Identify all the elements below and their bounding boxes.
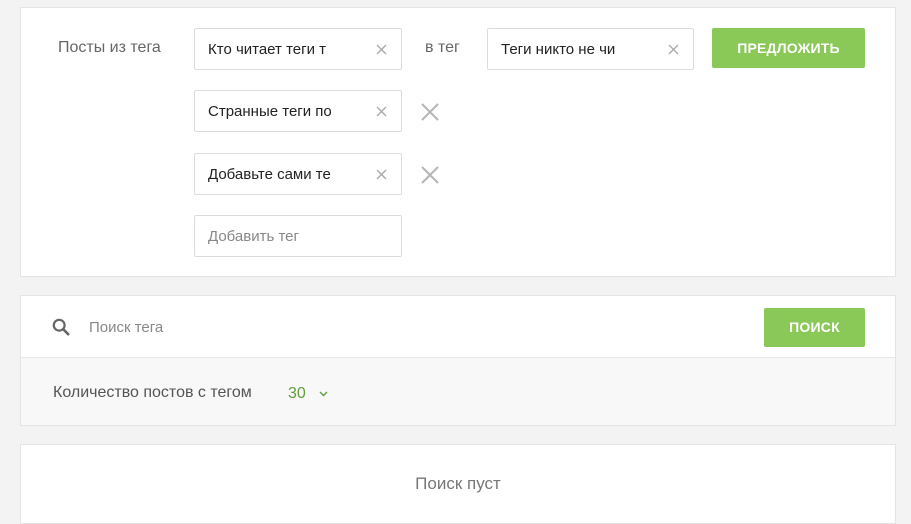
post-count-dropdown[interactable]: 30 [288, 383, 334, 405]
remove-tag-row-icon[interactable] [421, 166, 439, 184]
from-tag-label: Посты из тега [58, 39, 161, 56]
source-tag-text: Странные теги по [208, 103, 332, 120]
search-bar: ПОИСК [21, 296, 895, 358]
source-tag-text: Кто читает теги т [208, 41, 327, 58]
to-tag-label: в тег [425, 39, 460, 56]
search-icon [52, 318, 70, 336]
source-tag-field[interactable]: Добавьте сами те [194, 153, 402, 195]
source-tag-field[interactable]: Странные теги по [194, 90, 402, 132]
source-tag-field[interactable]: Кто читает теги т [194, 28, 402, 70]
search-button[interactable]: ПОИСК [764, 308, 865, 347]
empty-results-text: Поиск пуст [415, 474, 501, 493]
post-count-filter: Количество постов с тегом 30 [21, 358, 895, 425]
add-tag-placeholder: Добавить тег [208, 228, 299, 245]
add-tag-input[interactable]: Добавить тег [194, 215, 402, 257]
source-tag-text: Добавьте сами те [208, 166, 331, 183]
target-tag-text: Теги никто не чи [501, 41, 616, 58]
post-count-value: 30 [288, 385, 306, 402]
target-tag-field[interactable]: Теги никто не чи [487, 28, 694, 70]
clear-tag-icon[interactable] [376, 44, 387, 55]
chevron-down-icon [319, 391, 328, 397]
tag-search-panel: ПОИСК Количество постов с тегом 30 [20, 295, 896, 426]
search-input[interactable] [89, 316, 589, 338]
clear-tag-icon[interactable] [668, 44, 679, 55]
propose-button[interactable]: ПРЕДЛОЖИТЬ [712, 28, 865, 68]
clear-tag-icon[interactable] [376, 169, 387, 180]
clear-tag-icon[interactable] [376, 106, 387, 117]
post-count-label: Количество постов с тегом [53, 384, 252, 401]
merge-tags-panel: Посты из тега Кто читает теги т в тег Те… [20, 7, 896, 277]
search-results-panel: Поиск пуст [20, 444, 896, 524]
remove-tag-row-icon[interactable] [421, 103, 439, 121]
